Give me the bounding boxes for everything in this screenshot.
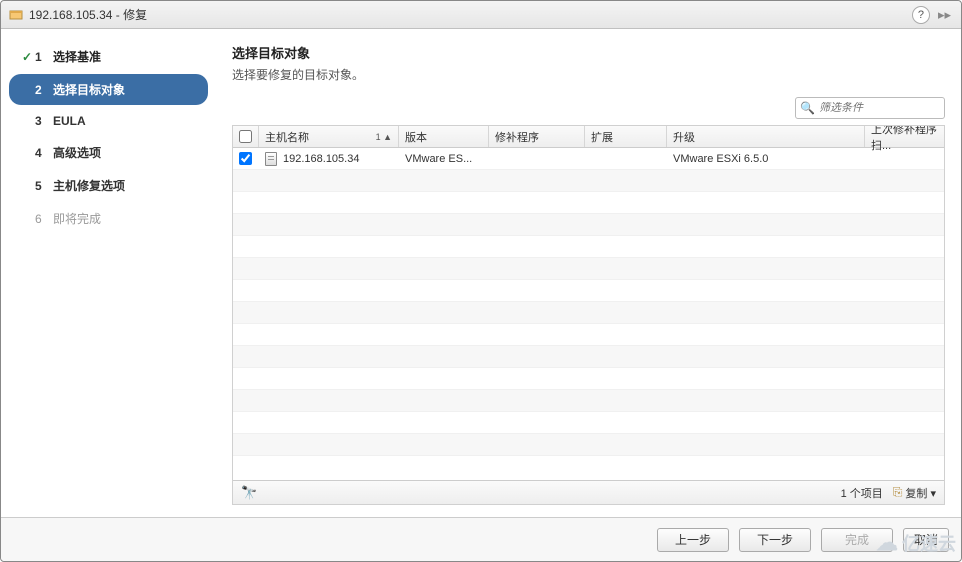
- column-label: 修补程序: [495, 129, 539, 145]
- select-all-checkbox[interactable]: [239, 130, 252, 143]
- app-icon: [9, 8, 23, 22]
- copy-icon: ⎘: [893, 485, 903, 500]
- table-footer: 🔭 1 个项目 ⎘ 复制 ▾: [233, 480, 944, 504]
- step-label: 即将完成: [53, 210, 198, 227]
- filter-input-wrapper[interactable]: 🔍 ▼: [795, 97, 945, 119]
- page-subheading: 选择要修复的目标对象。: [232, 66, 945, 83]
- filter-row: 🔍 ▼: [232, 97, 945, 119]
- column-label: 上次修补程序扫...: [871, 125, 938, 153]
- titlebar: 192.168.105.34 - 修复 ? ▸▸: [1, 1, 961, 29]
- step-number: 2: [35, 83, 53, 97]
- check-icon: ✓: [19, 50, 35, 64]
- column-patch[interactable]: 修补程序: [489, 126, 585, 147]
- dialog-body: ✓ 1 选择基准 2 选择目标对象 3 EULA 4 高级选项 5: [1, 29, 961, 517]
- step-number: 4: [35, 146, 53, 160]
- cancel-button[interactable]: 取消: [903, 528, 949, 552]
- cell-version: VMware ES...: [399, 153, 489, 165]
- table-row-empty: [233, 368, 944, 390]
- wizard-step-eula: 3 EULA: [9, 107, 208, 135]
- column-upgrade[interactable]: 升级: [667, 126, 865, 147]
- table-row-empty: [233, 346, 944, 368]
- search-icon: 🔍: [800, 101, 815, 115]
- table-row-empty: [233, 302, 944, 324]
- host-icon: [265, 152, 277, 166]
- copy-button[interactable]: ⎘ 复制 ▾: [893, 485, 936, 501]
- wizard-step-host-remediation: 5 主机修复选项: [9, 170, 208, 201]
- step-number: 5: [35, 179, 53, 193]
- page-heading: 选择目标对象: [232, 43, 945, 62]
- step-label: 高级选项: [53, 144, 198, 161]
- step-number: 6: [35, 212, 53, 226]
- column-label: 扩展: [591, 129, 613, 145]
- column-label: 升级: [673, 129, 695, 145]
- table-body[interactable]: 192.168.105.34 VMware ES... VMware ESXi …: [233, 148, 944, 480]
- wizard-step-ready-complete: 6 即将完成: [9, 203, 208, 234]
- window-title: 192.168.105.34 - 修复: [29, 6, 912, 23]
- step-label: 主机修复选项: [53, 177, 198, 194]
- wizard-step-advanced-options: 4 高级选项: [9, 137, 208, 168]
- column-last-patch-scan[interactable]: 上次修补程序扫...: [865, 126, 944, 147]
- step-label: EULA: [53, 114, 198, 128]
- wizard-dialog: 192.168.105.34 - 修复 ? ▸▸ ✓ 1 选择基准 2 选择目标…: [0, 0, 962, 562]
- item-count: 1 个项目: [841, 485, 883, 501]
- table-row-empty: [233, 214, 944, 236]
- dialog-footer: 上一步 下一步 完成 取消: [1, 517, 961, 561]
- table-header: 主机名称 1 ▲ 版本 修补程序 扩展 升级: [233, 126, 944, 148]
- table-row-empty: [233, 192, 944, 214]
- step-number: 3: [35, 114, 53, 128]
- column-version[interactable]: 版本: [399, 126, 489, 147]
- wizard-steps-sidebar: ✓ 1 选择基准 2 选择目标对象 3 EULA 4 高级选项 5: [1, 29, 216, 517]
- table-row-empty: [233, 236, 944, 258]
- column-label: 主机名称: [265, 129, 309, 145]
- filter-input[interactable]: [819, 102, 961, 114]
- step-label: 选择基准: [53, 48, 198, 65]
- table-row-empty: [233, 412, 944, 434]
- binoculars-icon[interactable]: 🔭: [241, 485, 257, 501]
- copy-label: 复制 ▾: [905, 485, 936, 501]
- cell-upgrade: VMware ESXi 6.5.0: [667, 153, 865, 165]
- expand-icon[interactable]: ▸▸: [936, 7, 953, 23]
- table-row[interactable]: 192.168.105.34 VMware ES... VMware ESXi …: [233, 148, 944, 170]
- finish-button: 完成: [821, 528, 893, 552]
- table-row-empty: [233, 390, 944, 412]
- step-number: 1: [35, 50, 53, 64]
- step-label: 选择目标对象: [53, 81, 198, 98]
- next-button[interactable]: 下一步: [739, 528, 811, 552]
- wizard-step-select-target[interactable]: 2 选择目标对象: [9, 74, 208, 105]
- table-row-empty: [233, 258, 944, 280]
- table-row-empty: [233, 280, 944, 302]
- column-label: 版本: [405, 129, 427, 145]
- column-checkbox[interactable]: [233, 126, 259, 147]
- cell-checkbox[interactable]: [233, 152, 259, 165]
- wizard-step-select-baseline[interactable]: ✓ 1 选择基准: [9, 41, 208, 72]
- column-hostname[interactable]: 主机名称 1 ▲: [259, 126, 399, 147]
- help-icon[interactable]: ?: [912, 6, 930, 24]
- prev-button[interactable]: 上一步: [657, 528, 729, 552]
- sort-indicator: 1 ▲: [376, 132, 392, 142]
- cell-hostname: 192.168.105.34: [259, 152, 399, 166]
- table-row-empty: [233, 324, 944, 346]
- targets-table: 主机名称 1 ▲ 版本 修补程序 扩展 升级: [232, 125, 945, 505]
- hostname-text: 192.168.105.34: [283, 153, 359, 165]
- table-row-empty: [233, 170, 944, 192]
- column-extension[interactable]: 扩展: [585, 126, 667, 147]
- main-panel: 选择目标对象 选择要修复的目标对象。 🔍 ▼ 主机名称 1 ▲: [216, 29, 961, 517]
- row-checkbox[interactable]: [239, 152, 252, 165]
- table-row-empty: [233, 434, 944, 456]
